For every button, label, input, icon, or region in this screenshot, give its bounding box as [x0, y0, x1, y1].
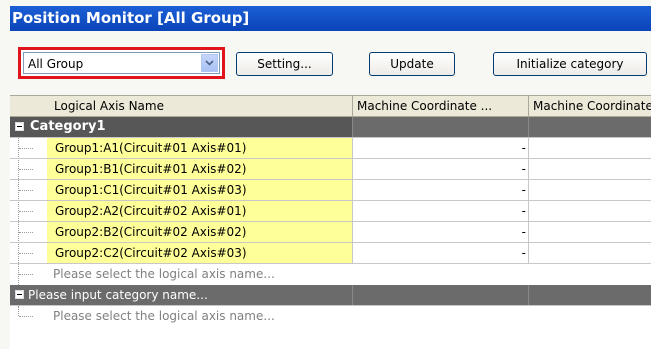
category-name: Category1 [30, 119, 106, 134]
axis-row[interactable]: Group2:C2(Circuit#02 Axis#03) - [10, 243, 651, 264]
group-select-field[interactable]: All Group [23, 52, 220, 74]
axis-name-cell[interactable]: Group1:B1(Circuit#01 Axis#02) [47, 159, 352, 179]
axis-row[interactable]: Group1:B1(Circuit#01 Axis#02) - [10, 159, 651, 180]
machine-coordinate-cell: - [352, 180, 529, 200]
collapse-icon[interactable] [15, 290, 24, 299]
axis-row[interactable]: Group1:C1(Circuit#01 Axis#03) - [10, 180, 651, 201]
machine-coordinate-cell: - [352, 138, 529, 158]
axis-name-cell[interactable]: Group1:A1(Circuit#01 Axis#01) [47, 138, 352, 158]
group-select[interactable]: All Group [18, 47, 225, 79]
machine-coordinate-cell-2 [528, 138, 651, 158]
machine-coordinate-cell-2 [528, 201, 651, 221]
new-category-placeholder[interactable]: Please input category name... [28, 285, 208, 305]
axis-name-cell[interactable]: Group2:A2(Circuit#02 Axis#01) [47, 201, 352, 221]
category-row[interactable]: Category1 [10, 117, 651, 138]
update-button[interactable]: Update [369, 52, 455, 76]
grid-header: Logical Axis Name Machine Coordinate ...… [10, 95, 651, 117]
machine-coordinate-cell-2 [528, 243, 651, 263]
column-header-logical-axis-name[interactable]: Logical Axis Name [10, 96, 353, 117]
axis-placeholder-row[interactable]: Please select the logical axis name... [10, 306, 651, 327]
machine-coordinate-cell-2 [528, 222, 651, 242]
axis-name-placeholder[interactable]: Please select the logical axis name... [47, 306, 352, 326]
position-grid: Logical Axis Name Machine Coordinate ...… [10, 95, 651, 349]
axis-name-placeholder[interactable]: Please select the logical axis name... [47, 264, 352, 284]
machine-coordinate-cell-2 [528, 159, 651, 179]
machine-coordinate-cell: - [352, 159, 529, 179]
axis-row[interactable]: Group2:B2(Circuit#02 Axis#02) - [10, 222, 651, 243]
initialize-category-button[interactable]: Initialize category [493, 52, 647, 76]
machine-coordinate-cell-2 [528, 180, 651, 200]
machine-coordinate-cell: - [352, 201, 529, 221]
axis-row[interactable]: Group1:A1(Circuit#01 Axis#01) - [10, 138, 651, 159]
machine-coordinate-cell: - [352, 243, 529, 263]
toolbar: All Group Setting... Update Initialize c… [10, 31, 651, 95]
machine-coordinate-cell: - [352, 222, 529, 242]
setting-button[interactable]: Setting... [236, 52, 333, 76]
axis-name-cell[interactable]: Group2:B2(Circuit#02 Axis#02) [47, 222, 352, 242]
axis-name-cell[interactable]: Group2:C2(Circuit#02 Axis#03) [47, 243, 352, 263]
axis-placeholder-row[interactable]: Please select the logical axis name... [10, 264, 651, 285]
axis-row[interactable]: Group2:A2(Circuit#02 Axis#01) - [10, 201, 651, 222]
chevron-down-icon[interactable] [201, 54, 218, 72]
group-select-value: All Group [28, 57, 84, 71]
column-header-machine-coordinate-2[interactable]: Machine Coordinate [529, 96, 651, 117]
collapse-icon[interactable] [15, 122, 24, 131]
column-header-machine-coordinate-1[interactable]: Machine Coordinate ... [353, 96, 529, 117]
window-title: Position Monitor [All Group] [10, 6, 651, 31]
axis-name-cell[interactable]: Group1:C1(Circuit#01 Axis#03) [47, 180, 352, 200]
new-category-row[interactable]: Please input category name... [10, 285, 651, 306]
